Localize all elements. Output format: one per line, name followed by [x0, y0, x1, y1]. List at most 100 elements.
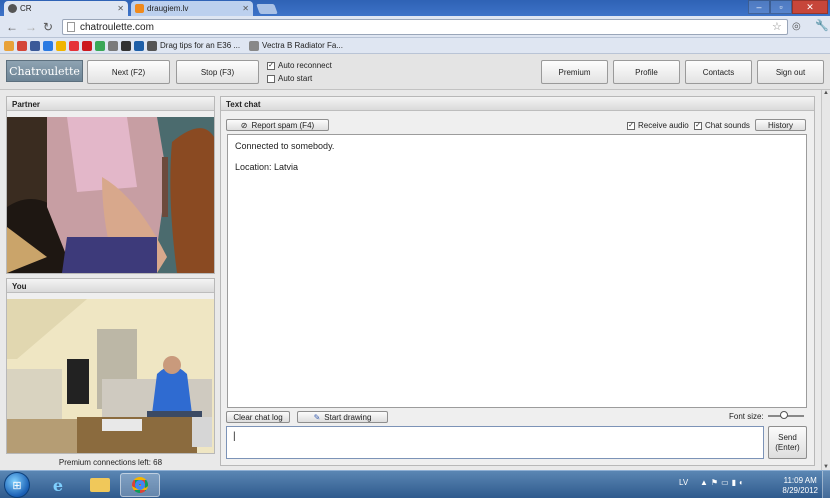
- bookmark-label[interactable]: Drag tips for an E36 ...: [160, 41, 240, 50]
- partner-video: [7, 117, 214, 273]
- maximize-icon[interactable]: ▫: [770, 0, 792, 14]
- folder-icon: [90, 478, 110, 492]
- clock-date: 8/29/2012: [782, 486, 818, 495]
- auto-reconnect-label: Auto reconnect: [278, 61, 332, 70]
- self-video: [7, 299, 214, 453]
- bookmark-dark-icon[interactable]: [121, 40, 131, 51]
- bookmark-apps-icon[interactable]: [4, 40, 14, 51]
- profile-button[interactable]: Profile: [613, 60, 680, 84]
- extension-icon[interactable]: ◎: [792, 21, 801, 32]
- clock-time: 11:09 AM: [783, 476, 817, 485]
- chat-message: Connected to somebody.: [235, 141, 335, 151]
- chat-message: Location: Latvia: [235, 162, 299, 172]
- close-icon[interactable]: ✕: [117, 4, 124, 13]
- chatroulette-logo[interactable]: Chatroulette: [6, 60, 83, 82]
- receive-audio-option[interactable]: ✓ Receive audio: [627, 121, 689, 130]
- pencil-icon: ✎: [313, 412, 321, 422]
- bookmark-page-icon[interactable]: [249, 40, 260, 51]
- internet-explorer-icon: e: [52, 475, 64, 495]
- bookmark-car-icon[interactable]: [147, 40, 157, 51]
- window-close-icon[interactable]: ✕: [792, 0, 828, 14]
- language-indicator[interactable]: LV: [679, 478, 688, 487]
- navigation-bar: ← → ↻ chatroulette.com ☆ ◎ 🔧: [0, 16, 830, 38]
- sign-out-button[interactable]: Sign out: [757, 60, 824, 84]
- url-text: chatroulette.com: [80, 21, 154, 33]
- stop-button[interactable]: Stop (F3): [176, 60, 259, 84]
- font-size-label: Font size:: [729, 412, 764, 421]
- bookmark-gray-icon[interactable]: [108, 40, 118, 51]
- bookmark-label[interactable]: Vectra B Radiator Fa...: [262, 41, 343, 50]
- draugiem-favicon-icon: [135, 4, 144, 13]
- bookmark-star-icon[interactable]: ☆: [772, 20, 782, 33]
- chrome-icon: [132, 477, 148, 493]
- contacts-button[interactable]: Contacts: [685, 60, 752, 84]
- next-button[interactable]: Next (F2): [87, 60, 170, 84]
- report-spam-button[interactable]: ⊘ Report spam (F4): [226, 119, 329, 131]
- bookmarks-bar: Drag tips for an E36 ... Vectra B Radiato…: [0, 38, 830, 54]
- bookmark-blue-icon[interactable]: [43, 40, 53, 51]
- chat-message-input[interactable]: |: [226, 426, 764, 459]
- report-spam-label: Report spam (F4): [251, 120, 315, 130]
- facebook-icon[interactable]: [30, 40, 40, 51]
- start-drawing-button[interactable]: ✎ Start drawing: [297, 411, 388, 423]
- text-cursor: |: [233, 431, 236, 442]
- bookmark-green-icon[interactable]: [95, 40, 105, 51]
- auto-start-label: Auto start: [278, 74, 313, 83]
- bookmark-yellow-icon[interactable]: [56, 40, 66, 51]
- address-bar[interactable]: chatroulette.com: [62, 19, 788, 35]
- scroll-up-icon[interactable]: ▲: [822, 90, 830, 96]
- taskbar-chrome[interactable]: [120, 473, 160, 497]
- premium-connections-text: Premium connections left: 68: [58, 458, 163, 467]
- chat-log: Connected to somebody. Location: Latvia: [227, 134, 807, 408]
- auto-start-checkbox[interactable]: [267, 74, 275, 83]
- you-panel-title: You: [7, 279, 214, 293]
- window-controls: – ▫ ✕: [748, 0, 828, 14]
- chat-sounds-option[interactable]: ✓ Chat sounds: [694, 121, 750, 130]
- font-size-slider-handle[interactable]: [780, 411, 788, 419]
- history-button[interactable]: History: [755, 119, 806, 131]
- new-tab-button[interactable]: [256, 4, 278, 14]
- self-video-frame: [7, 299, 214, 453]
- page-icon: [67, 22, 75, 32]
- auto-reconnect-option[interactable]: ✓ Auto reconnect: [267, 61, 332, 70]
- chat-sounds-checkbox[interactable]: ✓: [694, 121, 702, 130]
- gmail-icon[interactable]: [17, 40, 27, 51]
- chatroulette-favicon-icon: [8, 4, 17, 13]
- minimize-icon[interactable]: –: [748, 0, 770, 14]
- auto-start-option[interactable]: Auto start: [267, 74, 312, 83]
- windows-taskbar: ⊞ e LV ▲⚑▭▮◐ 11:09 AM 8/29/2012: [0, 470, 830, 498]
- wrench-menu-icon[interactable]: 🔧: [815, 19, 829, 32]
- partner-panel-title: Partner: [7, 97, 214, 111]
- tab-title: CR: [20, 4, 32, 13]
- browser-tab-strip: CR ✕ draugiem.lv ✕ – ▫ ✕: [0, 0, 830, 16]
- premium-button[interactable]: Premium: [541, 60, 608, 84]
- send-button[interactable]: Send (Enter): [768, 426, 807, 459]
- partner-video-frame: [7, 117, 214, 273]
- auto-reconnect-checkbox[interactable]: ✓: [267, 61, 275, 70]
- partner-panel: Partner: [6, 96, 215, 274]
- system-clock[interactable]: 11:09 AM 8/29/2012: [782, 476, 818, 496]
- taskbar-explorer[interactable]: [80, 473, 120, 497]
- reload-icon[interactable]: ↻: [43, 20, 53, 34]
- text-chat-title: Text chat: [221, 97, 814, 111]
- you-panel: You: [6, 278, 215, 454]
- taskbar-internet-explorer[interactable]: e: [38, 473, 78, 497]
- windows-logo-icon: ⊞: [12, 479, 22, 492]
- show-desktop-button[interactable]: [822, 471, 830, 498]
- page-scrollbar[interactable]: ▲ ▼: [821, 90, 830, 470]
- receive-audio-checkbox[interactable]: ✓: [627, 121, 635, 130]
- chat-sounds-label: Chat sounds: [705, 121, 750, 130]
- tab-title: draugiem.lv: [147, 4, 189, 13]
- back-arrow-icon[interactable]: ←: [6, 20, 18, 34]
- ebay-icon[interactable]: [69, 40, 79, 51]
- start-button[interactable]: ⊞: [4, 472, 30, 498]
- tab-draugiem[interactable]: draugiem.lv ✕: [131, 1, 253, 16]
- clear-chat-log-button[interactable]: Clear chat log: [226, 411, 290, 423]
- no-entry-icon: ⊘: [240, 120, 248, 130]
- close-icon[interactable]: ✕: [242, 4, 249, 13]
- youtube-icon[interactable]: [82, 40, 92, 51]
- tab-chatroulette[interactable]: CR ✕: [4, 1, 128, 16]
- bookmark-blue2-icon[interactable]: [134, 40, 144, 51]
- forward-arrow-icon[interactable]: →: [25, 20, 37, 34]
- system-tray-icons[interactable]: ▲⚑▭▮◐: [700, 478, 747, 487]
